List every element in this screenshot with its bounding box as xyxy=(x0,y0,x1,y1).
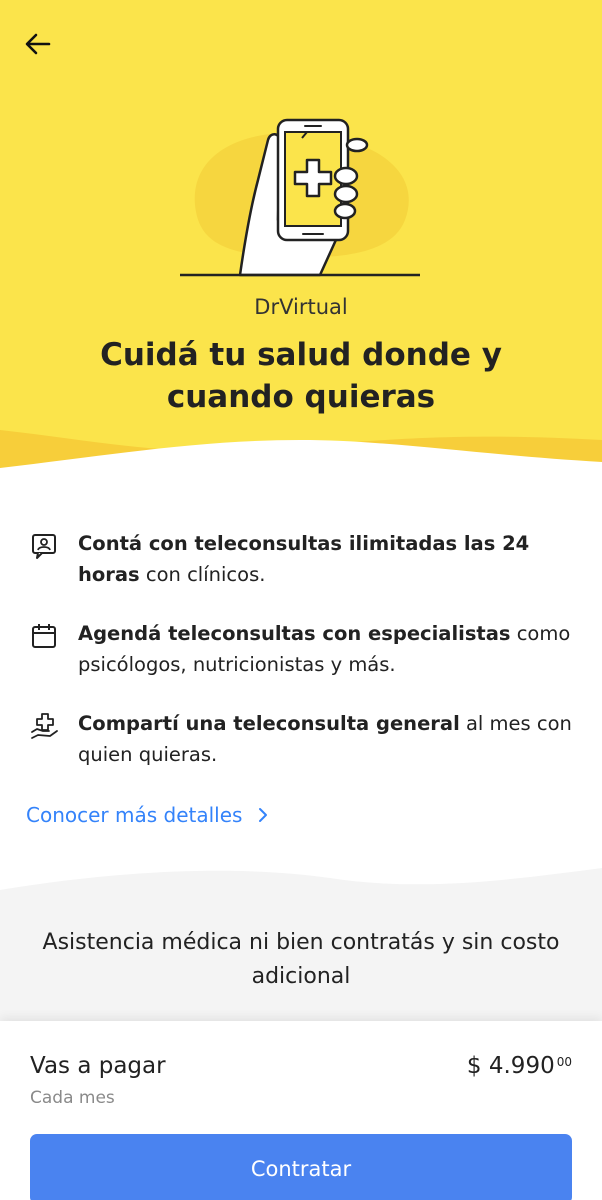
back-button[interactable] xyxy=(18,26,58,62)
price: $ 4.990 00 xyxy=(467,1053,572,1079)
brand-name: DrVirtual xyxy=(254,295,348,319)
price-main: $ 4.990 xyxy=(466,1053,555,1079)
doctor-chat-icon xyxy=(32,534,56,559)
pay-label: Vas a pagar xyxy=(30,1053,166,1079)
benefit-item-share: Compartí una teleconsulta general al mes… xyxy=(30,708,580,770)
hero-banner: DrVirtual Cuidá tu salud donde y cuando … xyxy=(0,0,602,480)
assistance-text: Asistencia médica ni bien contratás y si… xyxy=(42,930,560,989)
contract-button[interactable]: Contratar xyxy=(30,1134,572,1200)
hand-cross-icon xyxy=(31,713,58,739)
page-title: Cuidá tu salud donde y cuando quieras xyxy=(100,337,502,415)
more-details-link[interactable]: Conocer más detalles xyxy=(26,803,268,827)
chevron-right-icon xyxy=(259,808,268,822)
benefit-item-unlimited: Contá con teleconsultas ilimitadas las 2… xyxy=(30,528,580,590)
pay-period: Cada mes xyxy=(30,1088,115,1108)
phone-medical-illustration xyxy=(180,118,420,277)
price-cents: 00 xyxy=(556,1055,572,1069)
benefit-text: con clínicos. xyxy=(139,563,266,586)
payment-footer: Vas a pagar Cada mes $ 4.990 00 Contrata… xyxy=(0,1021,602,1200)
arrow-left-icon xyxy=(25,33,51,55)
calendar-icon xyxy=(32,624,56,648)
benefit-bold: Compartí una teleconsulta general xyxy=(78,712,460,735)
more-details-label: Conocer más detalles xyxy=(26,803,243,827)
benefit-item-specialists: Agendá teleconsultas con especialistas c… xyxy=(30,618,580,680)
benefits-list: Contá con teleconsultas ilimitadas las 2… xyxy=(30,528,580,798)
benefit-bold: Agendá teleconsultas con especialistas xyxy=(78,622,511,645)
